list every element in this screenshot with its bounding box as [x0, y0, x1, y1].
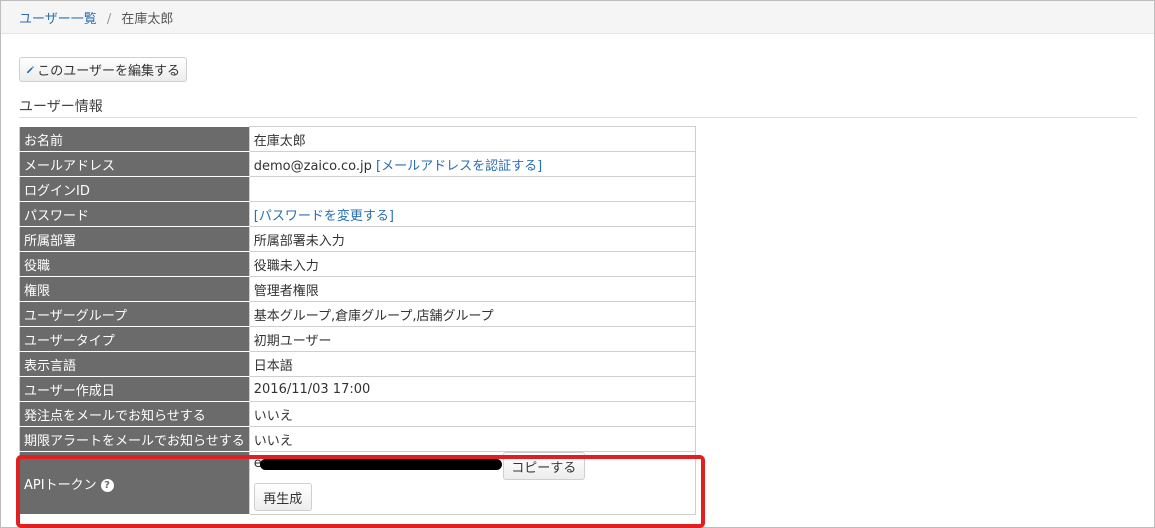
position-value: 役職未入力 — [248, 251, 697, 277]
email-value: demo@zaico.co.jp — [253, 158, 372, 174]
expiry-alert-notify-value: いいえ — [248, 426, 697, 452]
edit-user-button-label: このユーザーを編集する — [37, 64, 180, 79]
display-language-label: 表示言語 — [19, 351, 250, 377]
table-row: 所属部署 所属部署未入力 — [19, 226, 697, 252]
user-type-label: ユーザータイプ — [19, 326, 250, 352]
order-point-notify-label: 発注点をメールでお知らせする — [19, 401, 250, 427]
name-label: お名前 — [19, 126, 250, 152]
regenerate-token-button[interactable]: 再生成 — [253, 483, 312, 511]
created-at-label: ユーザー作成日 — [19, 376, 250, 402]
breadcrumb-current: 在庫太郎 — [121, 12, 174, 27]
login-id-label: ログインID — [19, 176, 250, 202]
email-label: メールアドレス — [19, 151, 250, 177]
table-row: 権限 管理者権限 — [19, 276, 697, 302]
user-detail-page: ユーザー一覧 / 在庫太郎 このユーザーを編集する ユーザー情報 お名前 在庫太… — [0, 0, 1155, 528]
table-row: お名前 在庫太郎 — [19, 126, 697, 152]
table-row: 期限アラートをメールでお知らせする いいえ — [19, 426, 697, 452]
table-row: パスワード [パスワードを変更する] — [19, 201, 697, 227]
table-row: APIトークン? e コピーする 再生成 — [19, 451, 697, 515]
table-row: ユーザー作成日 2016/11/03 17:00 — [19, 376, 697, 402]
breadcrumb-user-list-link[interactable]: ユーザー一覧 — [19, 12, 97, 27]
table-row: 発注点をメールでお知らせする いいえ — [19, 401, 697, 427]
section-divider — [19, 117, 1137, 118]
table-row: 表示言語 日本語 — [19, 351, 697, 377]
password-cell: [パスワードを変更する] — [248, 201, 697, 227]
change-password-link[interactable]: [パスワードを変更する] — [254, 209, 394, 224]
pencil-icon — [26, 65, 34, 73]
permission-value: 管理者権限 — [248, 276, 697, 302]
breadcrumb-bar: ユーザー一覧 / 在庫太郎 — [1, 1, 1154, 34]
order-point-notify-value: いいえ — [248, 401, 697, 427]
breadcrumb-separator: / — [106, 12, 112, 27]
email-cell: demo@zaico.co.jp [メールアドレスを認証する] — [248, 151, 697, 177]
name-value: 在庫太郎 — [248, 126, 697, 152]
user-group-value: 基本グループ,倉庫グループ,店舗グループ — [248, 301, 697, 327]
api-token-cell: e コピーする 再生成 — [248, 451, 697, 515]
display-language-value: 日本語 — [248, 351, 697, 377]
table-row: ログインID — [19, 176, 697, 202]
api-token-wrap: e コピーする 再生成 — [253, 452, 691, 514]
copy-token-button[interactable]: コピーする — [502, 452, 585, 480]
question-circle-icon[interactable]: ? — [100, 478, 114, 492]
user-info-table: お名前 在庫太郎 メールアドレス demo@zaico.co.jp [メールアド… — [19, 126, 697, 515]
section-title: ユーザー情報 — [19, 99, 103, 115]
created-at-value: 2016/11/03 17:00 — [248, 376, 697, 402]
table-row: 役職 役職未入力 — [19, 251, 697, 277]
table-row: ユーザータイプ 初期ユーザー — [19, 326, 697, 352]
password-label: パスワード — [19, 201, 250, 227]
edit-user-button[interactable]: このユーザーを編集する — [19, 57, 187, 82]
api-token-label: APIトークン — [24, 477, 97, 493]
department-label: 所属部署 — [19, 226, 250, 252]
api-token-redaction — [259, 459, 502, 470]
expiry-alert-notify-label: 期限アラートをメールでお知らせする — [19, 426, 250, 452]
user-group-label: ユーザーグループ — [19, 301, 250, 327]
table-row: メールアドレス demo@zaico.co.jp [メールアドレスを認証する] — [19, 151, 697, 177]
table-row: ユーザーグループ 基本グループ,倉庫グループ,店舗グループ — [19, 301, 697, 327]
department-value: 所属部署未入力 — [248, 226, 697, 252]
position-label: 役職 — [19, 251, 250, 277]
permission-label: 権限 — [19, 276, 250, 302]
login-id-value — [248, 176, 697, 202]
user-type-value: 初期ユーザー — [248, 326, 697, 352]
verify-email-link[interactable]: [メールアドレスを認証する] — [376, 159, 542, 174]
breadcrumb: ユーザー一覧 / 在庫太郎 — [19, 8, 173, 27]
api-token-label-cell: APIトークン? — [19, 451, 250, 515]
